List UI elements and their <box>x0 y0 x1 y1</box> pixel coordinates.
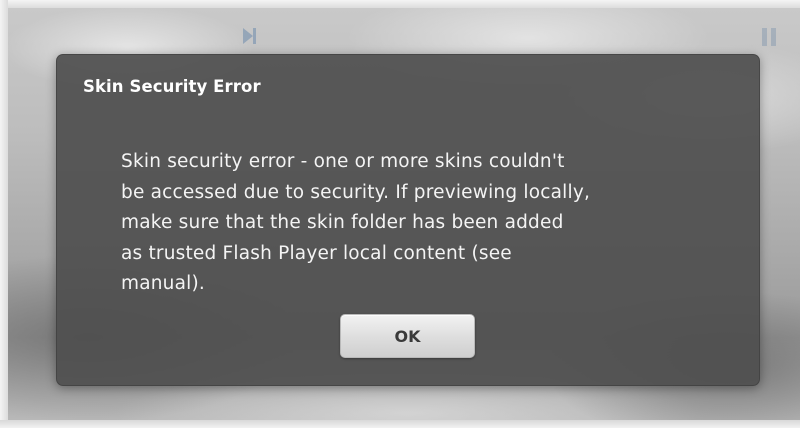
frame-edge-top <box>0 0 800 8</box>
dialog-message: Skin security error - one or more skins … <box>121 151 591 294</box>
pause-icon[interactable] <box>758 26 780 48</box>
ok-button-label: OK <box>394 326 421 346</box>
dialog-title: Skin Security Error <box>83 77 261 96</box>
frame-edge-bottom <box>0 420 800 428</box>
frame-edge-left <box>0 0 8 428</box>
ok-button[interactable]: OK <box>340 314 475 358</box>
skip-icon[interactable] <box>240 26 258 46</box>
error-dialog: Skin Security Error Skin security error … <box>56 54 760 386</box>
player-stage: Skin Security Error Skin security error … <box>0 0 800 428</box>
